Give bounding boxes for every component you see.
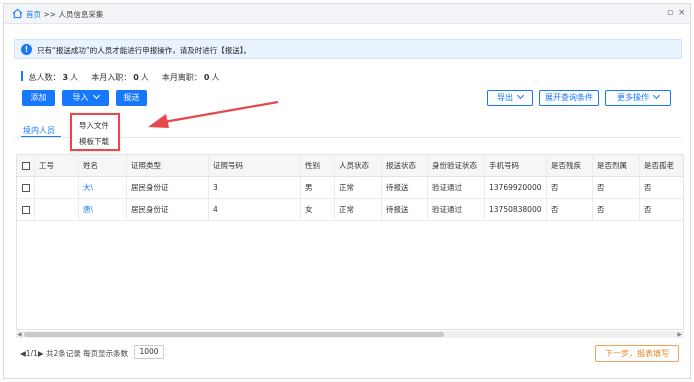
notice-banner: ! 只有“报送成功”的人员才能进行申报操作，请及时进行【报送】。 <box>14 39 682 59</box>
red-arrow-icon <box>148 100 279 128</box>
cell-martyr: 否 <box>593 177 640 199</box>
header-cell[interactable]: 证照类型 <box>127 155 209 177</box>
chevron-down-icon <box>652 91 661 100</box>
scroll-left-icon[interactable]: ◀ <box>17 331 22 338</box>
cell-gender: 女 <box>301 199 335 221</box>
cell-verify-status: 验证通过 <box>428 199 485 221</box>
header-cell[interactable]: 身份验证状态 <box>428 155 485 177</box>
export-button[interactable]: 导出 <box>487 90 533 106</box>
table-row[interactable]: 大\ 居民身份证 3 男 正常 待报送 验证通过 13769920000 否 否… <box>17 177 683 199</box>
header-cell[interactable]: 是否残疾 <box>547 155 593 177</box>
stats-summary: 总人数： 3 人 本月入职： 0 人 本月离职： 0 人 <box>21 71 219 83</box>
header-cell[interactable]: 报送状态 <box>382 155 428 177</box>
scroll-right-icon[interactable]: ▶ <box>677 331 682 338</box>
cell-id-number: 3 <box>209 177 301 199</box>
row-checkbox[interactable] <box>22 184 30 192</box>
info-icon: ! <box>21 44 32 55</box>
cell-disabled: 否 <box>547 199 593 221</box>
cell-employee-id <box>35 199 79 221</box>
close-icon[interactable]: × <box>678 8 686 18</box>
export-button-label: 导出 <box>497 93 513 102</box>
breadcrumb-home[interactable]: 首页 <box>26 10 41 19</box>
cell-martyr: 否 <box>593 199 640 221</box>
cell-submit-status: 待报送 <box>382 177 428 199</box>
cell-name[interactable]: 唐\ <box>79 199 127 221</box>
row-checkbox[interactable] <box>22 206 30 214</box>
header-cell[interactable]: 是否孤老 <box>640 155 683 177</box>
scrollbar-thumb[interactable] <box>24 332 444 337</box>
header-cell[interactable]: 人员状态 <box>335 155 382 177</box>
header-cell[interactable]: 工号 <box>35 155 79 177</box>
table-row[interactable]: 唐\ 居民身份证 4 女 正常 待报送 验证通过 13750838000 否 否… <box>17 199 683 221</box>
cell-lonely: 否 <box>644 183 652 192</box>
stats-left-value: 0 <box>203 73 210 82</box>
more-operations-label: 更多操作 <box>617 93 649 102</box>
menu-item-template-download[interactable]: 模板下载 <box>79 136 109 147</box>
stats-total-label: 总人数： <box>28 73 61 82</box>
cell-id-type: 居民身份证 <box>127 199 209 221</box>
cell-id-type: 居民身份证 <box>127 177 209 199</box>
cell-name[interactable]: 大\ <box>79 177 127 199</box>
submit-button[interactable]: 报送 <box>116 90 147 106</box>
stats-total-value: 3 <box>62 73 69 82</box>
cell-phone: 13769920000 <box>485 177 547 199</box>
stats-accent-bar <box>21 71 23 81</box>
stats-hired-value: 0 <box>133 73 139 82</box>
header-cell[interactable]: 是否烈属 <box>593 155 640 177</box>
import-button[interactable]: 导入 <box>62 90 109 106</box>
import-button-label: 导入 <box>72 93 89 102</box>
breadcrumb-current: 人员信息采集 <box>58 10 104 19</box>
header-cell[interactable]: 姓名 <box>79 155 127 177</box>
stats-hired-label: 本月入职： <box>91 73 132 82</box>
tab-domestic-personnel[interactable]: 境内人员 <box>23 125 55 136</box>
cell-submit-status: 待报送 <box>382 199 428 221</box>
menu-item-import-file[interactable]: 导入文件 <box>79 120 109 131</box>
notice-text: 只有“报送成功”的人员才能进行申报操作，请及时进行【报送】。 <box>37 46 252 55</box>
breadcrumb-separator: >> <box>43 10 56 19</box>
row-select <box>17 199 35 221</box>
maximize-icon[interactable]: ▫ <box>667 8 673 18</box>
horizontal-scrollbar[interactable]: ◀ ▶ <box>16 331 684 338</box>
stats-left-label: 本月离职： <box>161 73 202 82</box>
more-operations-button[interactable]: 更多操作 <box>605 90 671 106</box>
title-bar: 首页 >> 人员信息采集 ▫ × <box>4 4 690 24</box>
stats-left-unit: 人 <box>211 73 220 82</box>
header-select-all <box>17 155 35 177</box>
next-step-button[interactable]: 下一步，报表填写 <box>595 345 679 362</box>
cell-verify-status: 验证通过 <box>428 177 485 199</box>
stats-total-unit: 人 <box>70 73 79 82</box>
home-icon[interactable] <box>12 8 23 19</box>
app-window: 首页 >> 人员信息采集 ▫ × ! 只有“报送成功”的人员才能进行申报操作，请… <box>3 3 691 379</box>
cell-id-number: 4 <box>209 199 301 221</box>
cell-employee-id <box>35 177 79 199</box>
row-select <box>17 177 35 199</box>
stats-hired-unit: 人 <box>140 73 149 82</box>
add-button[interactable]: 添加 <box>22 90 55 106</box>
cell-gender: 男 <box>301 177 335 199</box>
personnel-table: 工号 姓名 证照类型 证照号码 性别 人员状态 报送状态 身份验证状态 手机号码… <box>16 154 684 330</box>
page-size-input[interactable]: 1000 <box>134 345 164 359</box>
table-header: 工号 姓名 证照类型 证照号码 性别 人员状态 报送状态 身份验证状态 手机号码… <box>17 155 683 177</box>
header-cell[interactable]: 证照号码 <box>209 155 301 177</box>
cell-disabled: 否 <box>547 177 593 199</box>
cell-phone: 13750838000 <box>485 199 547 221</box>
select-all-checkbox[interactable] <box>22 162 30 170</box>
import-dropdown-menu: 导入文件 模板下载 <box>70 113 120 151</box>
cell-status: 正常 <box>335 177 382 199</box>
cell-status: 正常 <box>335 199 382 221</box>
chevron-down-icon <box>92 91 100 100</box>
chevron-down-icon <box>516 91 525 100</box>
pagination-info[interactable]: ◀1/1▶ 共2条记录 每页显示条数 <box>20 348 128 359</box>
header-cell[interactable]: 性别 <box>301 155 335 177</box>
cell-lonely: 否 <box>644 205 652 214</box>
header-cell[interactable]: 手机号码 <box>485 155 547 177</box>
breadcrumb: 首页 >> 人员信息采集 <box>26 9 103 20</box>
expand-query-button[interactable]: 展开查询条件 <box>539 90 599 106</box>
